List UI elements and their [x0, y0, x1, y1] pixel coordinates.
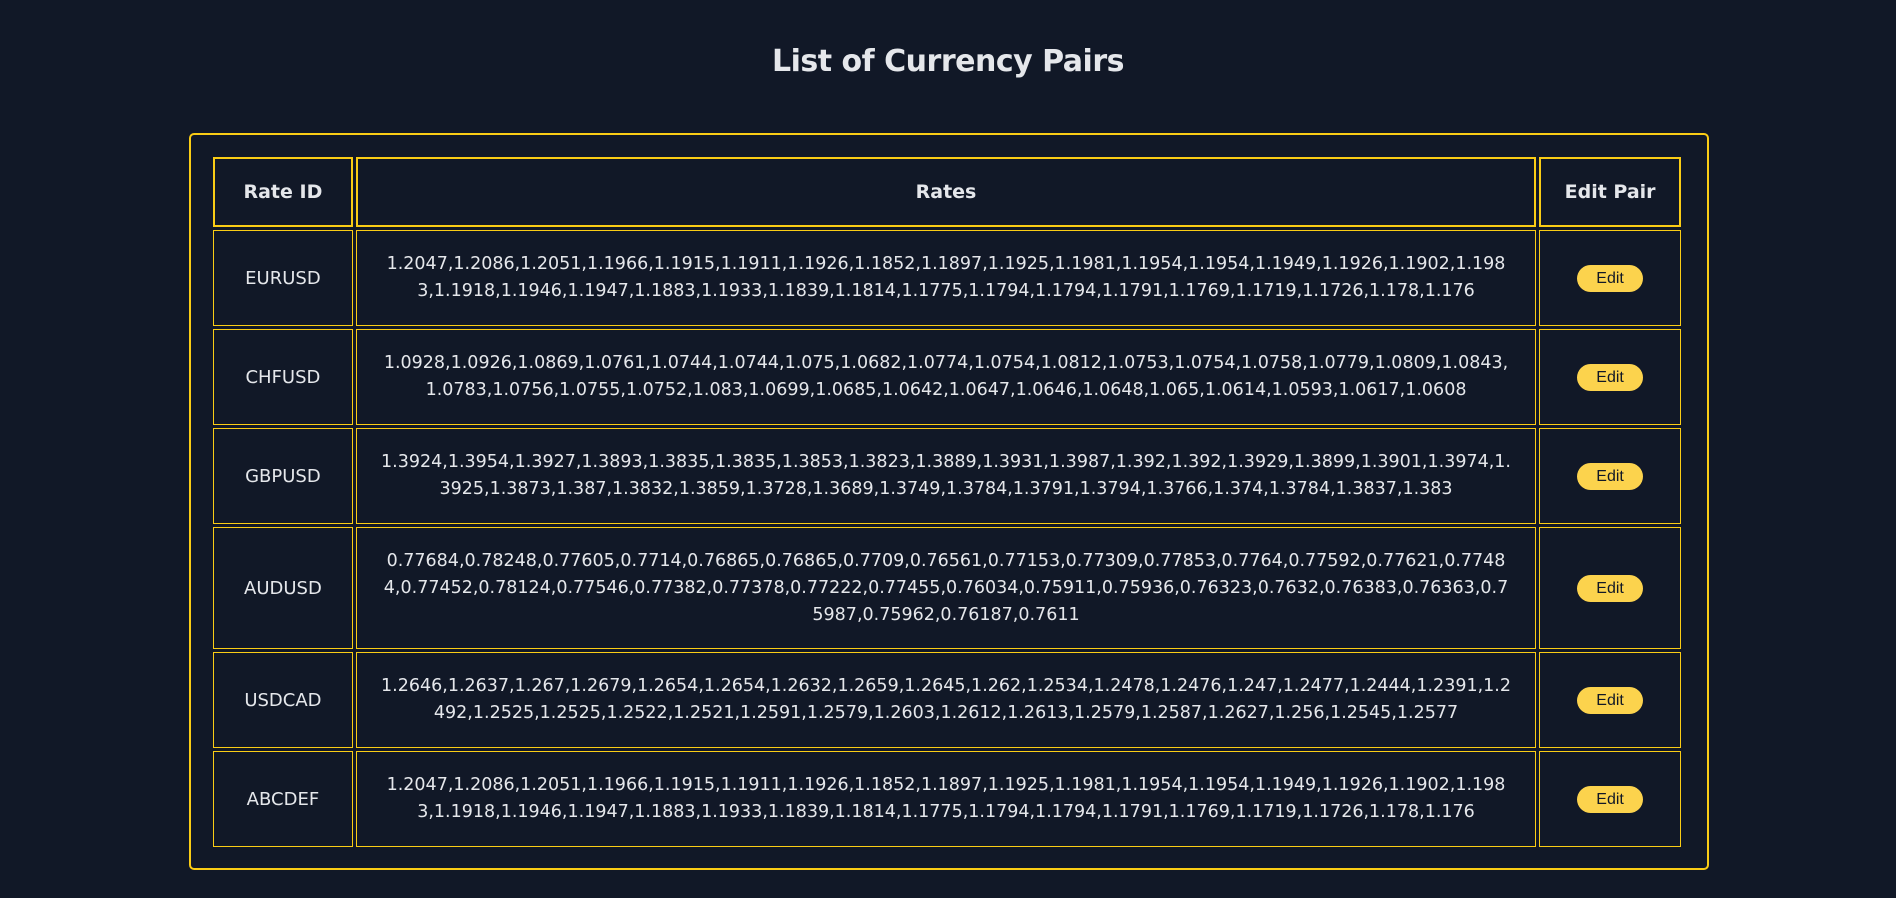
rate-id-cell: CHFUSD — [213, 329, 353, 425]
edit-button[interactable]: Edit — [1577, 686, 1644, 714]
edit-cell: Edit — [1539, 751, 1681, 847]
edit-button[interactable]: Edit — [1577, 363, 1644, 391]
table-row: USDCAD 1.2646,1.2637,1.267,1.2679,1.2654… — [213, 652, 1681, 748]
currency-pairs-panel: Rate ID Rates Edit Pair EURUSD 1.2047,1.… — [189, 133, 1709, 870]
rates-cell: 1.0928,1.0926,1.0869,1.0761,1.0744,1.074… — [355, 329, 1537, 425]
edit-button[interactable]: Edit — [1577, 264, 1644, 292]
rate-id-cell: USDCAD — [213, 652, 353, 748]
rates-cell: 1.2047,1.2086,1.2051,1.1966,1.1915,1.191… — [355, 751, 1537, 847]
edit-button[interactable]: Edit — [1577, 574, 1644, 602]
table-row: GBPUSD 1.3924,1.3954,1.3927,1.3893,1.383… — [213, 428, 1681, 524]
edit-cell: Edit — [1539, 527, 1681, 649]
edit-cell: Edit — [1539, 230, 1681, 326]
table-row: CHFUSD 1.0928,1.0926,1.0869,1.0761,1.074… — [213, 329, 1681, 425]
rate-id-cell: EURUSD — [213, 230, 353, 326]
edit-cell: Edit — [1539, 329, 1681, 425]
rate-id-cell: GBPUSD — [213, 428, 353, 524]
table-row: ABCDEF 1.2047,1.2086,1.2051,1.1966,1.191… — [213, 751, 1681, 847]
header-rates: Rates — [355, 157, 1537, 227]
currency-pairs-table: Rate ID Rates Edit Pair EURUSD 1.2047,1.… — [210, 154, 1684, 850]
edit-button[interactable]: Edit — [1577, 462, 1644, 490]
rate-id-cell: ABCDEF — [213, 751, 353, 847]
header-rate-id: Rate ID — [213, 157, 353, 227]
table-header-row: Rate ID Rates Edit Pair — [213, 157, 1681, 227]
rates-cell: 1.2047,1.2086,1.2051,1.1966,1.1915,1.191… — [355, 230, 1537, 326]
edit-button[interactable]: Edit — [1577, 785, 1644, 813]
rates-cell: 0.77684,0.78248,0.77605,0.7714,0.76865,0… — [355, 527, 1537, 649]
rates-cell: 1.3924,1.3954,1.3927,1.3893,1.3835,1.383… — [355, 428, 1537, 524]
rate-id-cell: AUDUSD — [213, 527, 353, 649]
header-edit-pair: Edit Pair — [1539, 157, 1681, 227]
edit-cell: Edit — [1539, 652, 1681, 748]
edit-cell: Edit — [1539, 428, 1681, 524]
page-title: List of Currency Pairs — [772, 44, 1124, 79]
table-row: AUDUSD 0.77684,0.78248,0.77605,0.7714,0.… — [213, 527, 1681, 649]
rates-cell: 1.2646,1.2637,1.267,1.2679,1.2654,1.2654… — [355, 652, 1537, 748]
table-row: EURUSD 1.2047,1.2086,1.2051,1.1966,1.191… — [213, 230, 1681, 326]
